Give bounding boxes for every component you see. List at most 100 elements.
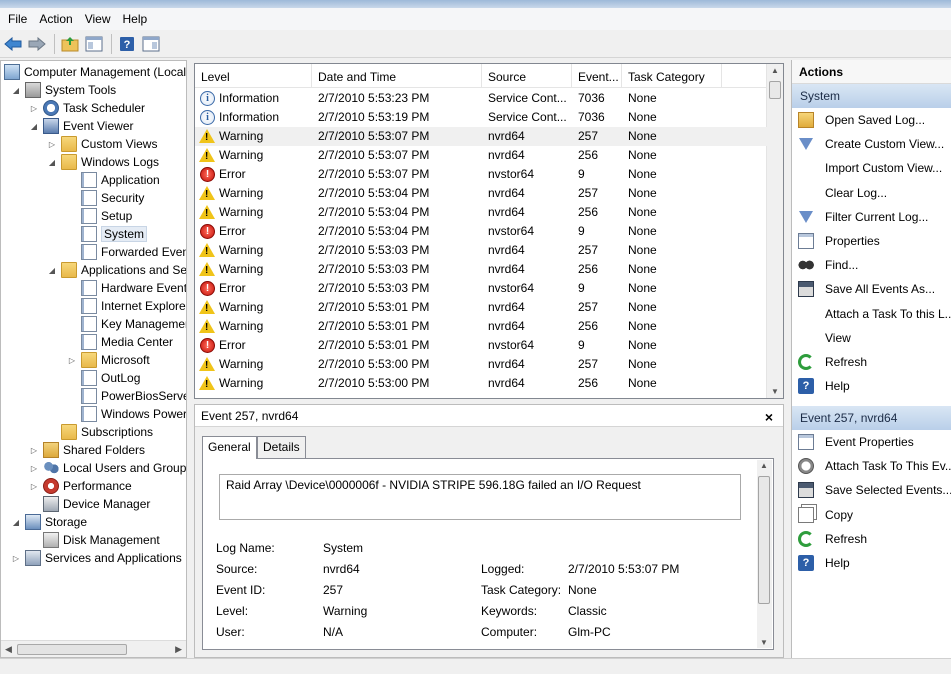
action-item[interactable]: Filter Current Log... <box>792 205 951 229</box>
menu-file[interactable]: File <box>2 10 33 28</box>
tree-item[interactable]: Internet Explorer <box>67 297 186 315</box>
expand-toggle-icon[interactable]: ▷ <box>67 355 77 365</box>
tree-item[interactable]: ◢ Applications and Se <box>47 261 186 279</box>
expand-toggle-icon[interactable]: ◢ <box>11 517 21 527</box>
event-row[interactable]: ! Error 2/7/2010 5:53:03 PM nvstor64 9 None <box>195 279 767 298</box>
action-item[interactable]: ? Help <box>792 551 951 575</box>
tree-item[interactable]: Device Manager <box>29 495 150 513</box>
detail-vertical-scrollbar[interactable]: ▲ ▼ <box>757 460 772 648</box>
scroll-down-icon[interactable]: ▼ <box>771 387 779 396</box>
event-row[interactable]: i Information 2/7/2010 5:53:19 PM Service C… <box>195 108 767 127</box>
action-item[interactable]: Save Selected Events... <box>792 478 951 502</box>
expand-toggle-icon[interactable]: ◢ <box>11 85 21 95</box>
tree-item[interactable]: Windows Power <box>67 405 186 423</box>
close-icon[interactable]: × <box>765 406 773 428</box>
column-header-date[interactable]: Date and Time <box>312 64 482 88</box>
tree-item[interactable]: ◢ Windows Logs <box>47 153 159 171</box>
column-header-task-category[interactable]: Task Category <box>622 64 722 88</box>
event-row[interactable]: Warning 2/7/2010 5:53:04 PM nvrd64 257 None <box>195 184 767 203</box>
column-header-source[interactable]: Source <box>482 64 572 88</box>
expand-toggle-icon[interactable]: ◢ <box>47 157 57 167</box>
menu-view[interactable]: View <box>79 10 117 28</box>
scroll-thumb[interactable] <box>758 476 770 604</box>
tree-item[interactable]: ◢ Storage <box>11 513 87 531</box>
action-item[interactable]: Attach a Task To this L... <box>792 302 951 326</box>
tree-item[interactable]: ◢ System Tools <box>11 81 116 99</box>
tree-item[interactable]: PowerBiosServer <box>67 387 186 405</box>
scroll-thumb[interactable] <box>17 644 127 655</box>
action-item[interactable]: ? Help <box>792 374 951 398</box>
tree-item[interactable]: ▷ Shared Folders <box>29 441 145 459</box>
tree-item[interactable]: Application <box>67 171 160 189</box>
action-item[interactable]: Find... <box>792 253 951 277</box>
console-tree[interactable]: ◀ ▶ Computer Management (Local ◢ System To… <box>0 60 187 658</box>
scroll-up-icon[interactable]: ▲ <box>760 461 768 470</box>
show-hide-tree-icon[interactable] <box>83 33 105 55</box>
help-icon[interactable]: ? <box>116 33 138 55</box>
tree-item[interactable]: Key Managemen <box>67 315 186 333</box>
tree-item[interactable]: ▷ Performance <box>29 477 132 495</box>
actions-section-event[interactable]: Event 257, nvrd64 <box>792 406 951 430</box>
action-item[interactable]: Event Properties <box>792 430 951 454</box>
expand-toggle-icon[interactable]: ▷ <box>47 139 57 149</box>
action-item[interactable]: Create Custom View... <box>792 132 951 156</box>
tree-item[interactable]: Setup <box>67 207 132 225</box>
actions-section-system[interactable]: System <box>792 84 951 108</box>
tree-item[interactable]: Subscriptions <box>47 423 153 441</box>
tree-item[interactable]: ◢ Event Viewer <box>29 117 133 135</box>
action-item[interactable]: Refresh <box>792 527 951 551</box>
tree-item[interactable]: ▷ Local Users and Groups <box>29 459 186 477</box>
tree-item[interactable]: Forwarded Event <box>67 243 186 261</box>
action-item[interactable]: Clear Log... <box>792 181 951 205</box>
tree-item[interactable]: ▷ Task Scheduler <box>29 99 145 117</box>
scroll-up-icon[interactable]: ▲ <box>771 66 779 75</box>
event-row[interactable]: Warning 2/7/2010 5:53:00 PM nvrd64 257 None <box>195 355 767 374</box>
tree-item[interactable]: Hardware Events <box>67 279 186 297</box>
event-message[interactable]: Raid Array \Device\0000006f - NVIDIA STR… <box>219 474 741 520</box>
event-row[interactable]: Warning 2/7/2010 5:53:03 PM nvrd64 257 None <box>195 241 767 260</box>
expand-toggle-icon[interactable]: ◢ <box>29 121 39 131</box>
action-item[interactable]: View <box>792 326 951 350</box>
tab-general[interactable]: General <box>202 436 257 459</box>
splitter[interactable] <box>187 60 191 658</box>
event-list-vertical-scrollbar[interactable]: ▲ ▼ <box>766 64 783 398</box>
expand-toggle-icon[interactable]: ▷ <box>29 103 39 113</box>
action-item[interactable]: Open Saved Log... <box>792 108 951 132</box>
event-row[interactable]: ! Error 2/7/2010 5:53:01 PM nvstor64 9 None <box>195 336 767 355</box>
event-row[interactable]: Warning 2/7/2010 5:53:01 PM nvrd64 256 None <box>195 317 767 336</box>
back-arrow-icon[interactable] <box>2 33 24 55</box>
column-header-event-id[interactable]: Event... <box>572 64 622 88</box>
event-row-partial[interactable] <box>195 393 767 398</box>
event-row[interactable]: ! Error 2/7/2010 5:53:07 PM nvstor64 9 None <box>195 165 767 184</box>
tree-item[interactable]: Media Center <box>67 333 173 351</box>
expand-toggle-icon[interactable]: ◢ <box>47 265 57 275</box>
menu-action[interactable]: Action <box>33 10 78 28</box>
expand-toggle-icon[interactable]: ▷ <box>29 481 39 491</box>
event-row[interactable]: Warning 2/7/2010 5:53:07 PM nvrd64 256 None <box>195 146 767 165</box>
column-header-level[interactable]: Level <box>195 64 312 88</box>
tree-item[interactable]: ▷ Services and Applications <box>11 549 182 567</box>
action-item[interactable]: Refresh <box>792 350 951 374</box>
event-list[interactable]: Level Date and Time Source Event... Task… <box>194 63 784 399</box>
scroll-left-icon[interactable]: ◀ <box>5 644 12 655</box>
event-row[interactable]: i Information 2/7/2010 5:53:23 PM Service C… <box>195 89 767 108</box>
event-row[interactable]: ! Error 2/7/2010 5:53:04 PM nvstor64 9 None <box>195 222 767 241</box>
scroll-right-icon[interactable]: ▶ <box>175 644 182 655</box>
scroll-down-icon[interactable]: ▼ <box>760 638 768 647</box>
event-row[interactable]: Warning 2/7/2010 5:53:03 PM nvrd64 256 None <box>195 260 767 279</box>
action-item[interactable]: Copy <box>792 503 951 527</box>
tree-item[interactable]: OutLog <box>67 369 140 387</box>
tree-item[interactable]: ▷ Custom Views <box>47 135 157 153</box>
expand-toggle-icon[interactable]: ▷ <box>11 553 21 563</box>
tab-details[interactable]: Details <box>257 436 306 458</box>
tree-item[interactable]: Computer Management (Local <box>4 63 186 81</box>
menu-help[interactable]: Help <box>117 10 154 28</box>
tree-item[interactable]: ▷ Microsoft <box>67 351 150 369</box>
tree-item[interactable]: System <box>67 225 148 243</box>
event-row[interactable]: Warning 2/7/2010 5:53:01 PM nvrd64 257 None <box>195 298 767 317</box>
action-item[interactable]: Properties <box>792 229 951 253</box>
show-hide-action-pane-icon[interactable] <box>140 33 162 55</box>
up-folder-icon[interactable] <box>59 33 81 55</box>
expand-toggle-icon[interactable]: ▷ <box>29 445 39 455</box>
action-item[interactable]: Save All Events As... <box>792 277 951 301</box>
